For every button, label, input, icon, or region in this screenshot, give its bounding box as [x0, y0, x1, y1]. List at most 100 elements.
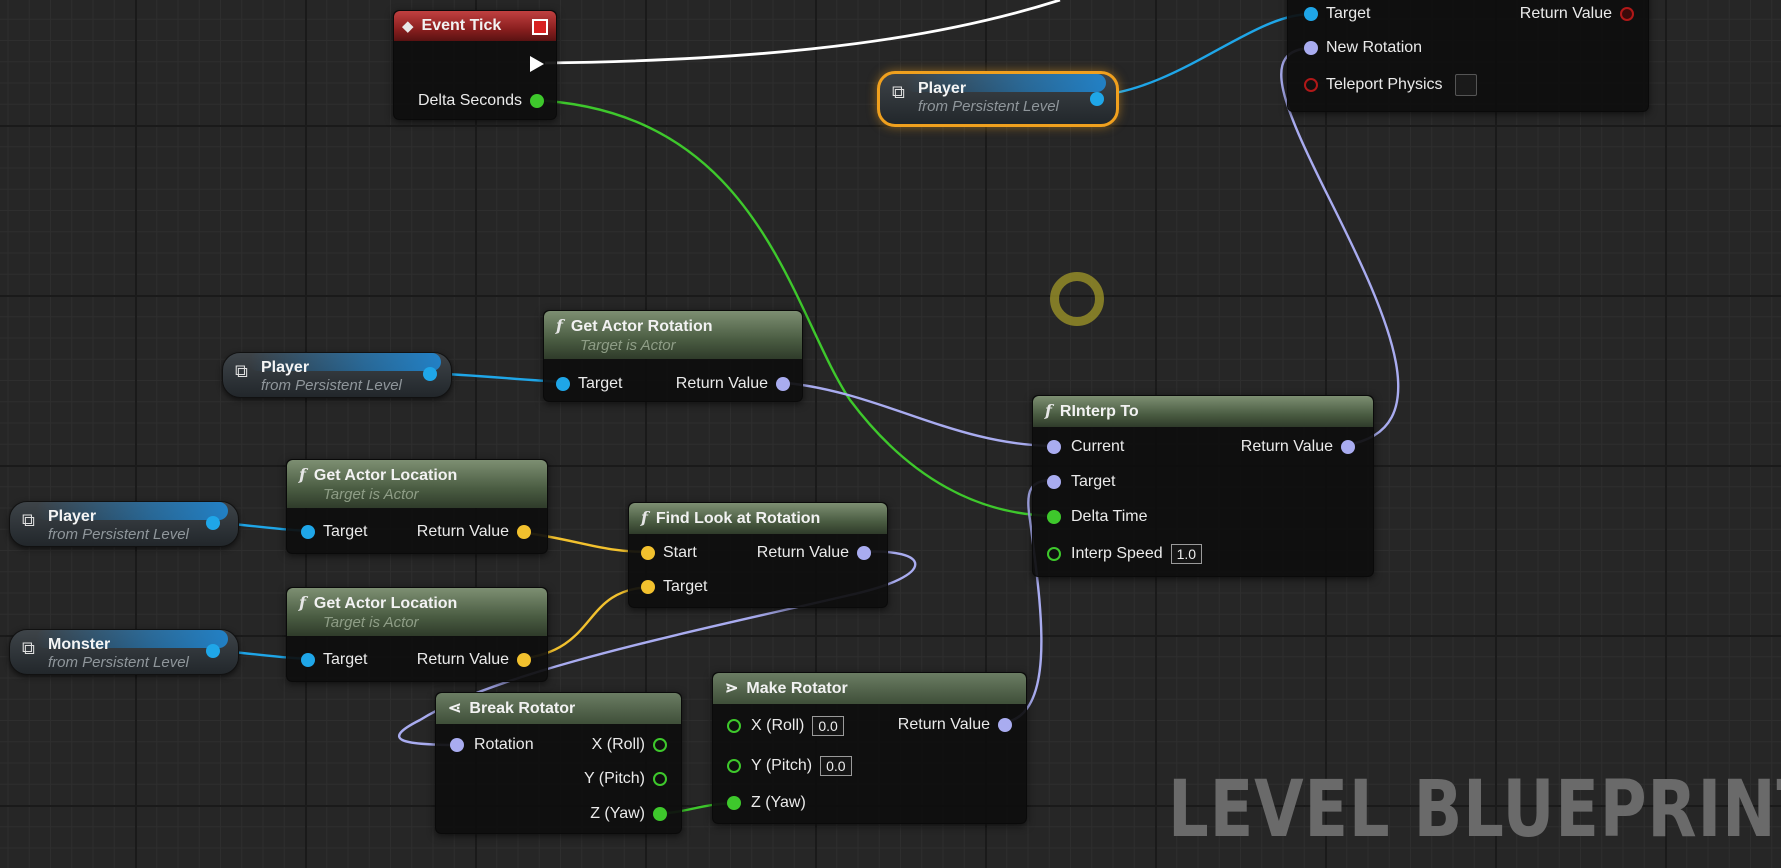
pin-label: Rotation: [474, 736, 534, 753]
node-title: Make Rotator: [746, 680, 848, 697]
pin-label: Delta Time: [1071, 508, 1148, 525]
getter-sub: from Persistent Level: [48, 526, 189, 543]
node-subtitle: Target is Actor: [323, 614, 419, 631]
node-title: RInterp To: [1059, 403, 1139, 420]
pin-label: X (Roll): [751, 717, 805, 734]
find-look-at-rotation-node[interactable]: f Find Look at Rotation Start Return Valu…: [628, 502, 888, 608]
node-title: Find Look at Rotation: [655, 510, 821, 527]
return-value-pin[interactable]: Return Value: [417, 651, 531, 669]
pin-label: Y (Pitch): [583, 770, 645, 787]
delta-seconds-label: Delta Seconds: [417, 92, 522, 109]
getter-title: Monster: [48, 636, 111, 653]
node-title: Get Actor Rotation: [570, 318, 713, 335]
node-title: Break Rotator: [469, 700, 576, 717]
wire-delta-seconds: [531, 98, 1055, 518]
cube-icon: ⧉: [892, 82, 905, 102]
function-icon: f: [641, 508, 648, 527]
pin-label: Y (Pitch): [751, 757, 813, 774]
y-pitch-pin[interactable]: Y (Pitch) 0.0: [727, 756, 852, 776]
cube-icon: ⧉: [22, 638, 35, 658]
player-getter-selected[interactable]: ⧉ Player from Persistent Level: [877, 71, 1119, 127]
target-pin[interactable]: Target: [301, 651, 367, 669]
getter-title: Player: [261, 359, 310, 376]
function-icon: f: [299, 465, 306, 484]
make-rotator-node[interactable]: ⋗ Make Rotator X (Roll) 0.0 Return Value Y…: [712, 672, 1027, 824]
set-actor-rotation-node[interactable]: Target Return Value New Rotation Telepor…: [1287, 0, 1649, 112]
wire-getrot-to-current: [776, 380, 1055, 448]
exec-wire: [544, 0, 1061, 65]
set-return-pin[interactable]: Return Value: [1520, 5, 1634, 23]
get-actor-location-node-1[interactable]: f Get Actor Location Target is Actor Targ…: [286, 459, 548, 554]
pin-label: Target: [663, 578, 708, 595]
z-yaw-pin[interactable]: Z (Yaw): [727, 794, 806, 812]
function-icon: f: [299, 593, 306, 612]
break-icon: ⋖: [448, 700, 462, 717]
current-pin[interactable]: Current: [1047, 438, 1124, 456]
pin-label: X (Roll): [591, 736, 645, 753]
pin-label: Start: [663, 544, 697, 561]
getter-out-pin[interactable]: [423, 367, 437, 381]
get-actor-location-node-2[interactable]: f Get Actor Location Target is Actor Targ…: [286, 587, 548, 682]
return-value-pin[interactable]: Return Value: [417, 523, 531, 541]
stop-icon: [532, 19, 548, 35]
make-icon: ⋗: [725, 680, 739, 697]
teleport-label: Teleport Physics: [1326, 76, 1443, 93]
start-pin[interactable]: Start: [641, 544, 697, 562]
getter-out-pin[interactable]: [206, 644, 220, 658]
event-tick-node[interactable]: ◆ Event Tick Delta Seconds: [393, 10, 557, 120]
getter-out-pin[interactable]: [206, 516, 220, 530]
new-rotation-pin[interactable]: New Rotation: [1304, 39, 1422, 57]
z-yaw-pin[interactable]: Z (Yaw): [590, 805, 667, 823]
x-roll-pin[interactable]: X (Roll) 0.0: [727, 716, 844, 736]
interp-speed-pin[interactable]: Interp Speed 1.0: [1047, 544, 1203, 564]
target-pin[interactable]: Target: [1047, 473, 1115, 491]
delta-time-pin[interactable]: Delta Time: [1047, 508, 1147, 526]
getter-title: Player: [918, 80, 967, 97]
getter-out-pin[interactable]: [1090, 92, 1104, 106]
node-subtitle: Target is Actor: [580, 337, 676, 354]
teleport-checkbox[interactable]: [1454, 74, 1477, 96]
player-getter-2[interactable]: ⧉ Player from Persistent Level: [222, 352, 452, 398]
set-return-label: Return Value: [1519, 5, 1612, 22]
pin-label: Return Value: [416, 651, 509, 668]
pin-label: Target: [1071, 473, 1116, 490]
node-title: Get Actor Location: [313, 595, 458, 612]
exec-out-pin[interactable]: [530, 56, 544, 72]
delta-seconds-pin[interactable]: Delta Seconds: [418, 92, 544, 110]
teleport-physics-pin[interactable]: Teleport Physics: [1304, 74, 1477, 96]
target-pin[interactable]: Target: [641, 578, 707, 596]
break-rotator-node[interactable]: ⋖ Break Rotator Rotation X (Roll) Y (Pitc…: [435, 692, 682, 834]
return-value-pin[interactable]: Return Value: [676, 375, 790, 393]
pin-label: Z (Yaw): [590, 805, 645, 822]
pin-label: Return Value: [1240, 438, 1333, 455]
interp-speed-input[interactable]: 1.0: [1170, 544, 1203, 564]
function-icon: f: [556, 316, 563, 335]
get-actor-rotation-node[interactable]: f Get Actor Rotation Target is Actor Targ…: [543, 310, 803, 402]
pin-label: Return Value: [416, 523, 509, 540]
wire-player-to-settarget: [1092, 12, 1311, 98]
event-icon: ◆: [402, 18, 414, 35]
set-target-pin[interactable]: Target: [1304, 5, 1370, 23]
return-value-pin[interactable]: Return Value: [757, 544, 871, 562]
pin-label: Target: [578, 375, 623, 392]
rotation-pin[interactable]: Rotation: [450, 736, 534, 754]
target-pin[interactable]: Target: [556, 375, 622, 393]
pin-label: Z (Yaw): [751, 794, 806, 811]
x-roll-input[interactable]: 0.0: [812, 716, 844, 736]
getter-sub: from Persistent Level: [48, 654, 189, 671]
y-pitch-input[interactable]: 0.0: [820, 756, 852, 776]
cube-icon: ⧉: [235, 361, 248, 381]
return-value-pin[interactable]: Return Value: [898, 716, 1012, 734]
player-getter-3[interactable]: ⧉ Player from Persistent Level: [9, 501, 239, 547]
monster-getter[interactable]: ⧉ Monster from Persistent Level: [9, 629, 239, 675]
rinterp-to-node[interactable]: f RInterp To Current Return Value Target …: [1032, 395, 1374, 577]
return-value-pin[interactable]: Return Value: [1241, 438, 1355, 456]
getter-title: Player: [48, 508, 97, 525]
pin-label: Return Value: [675, 375, 768, 392]
cursor-ring: [1050, 272, 1104, 326]
pin-label: Return Value: [897, 716, 990, 733]
target-pin[interactable]: Target: [301, 523, 367, 541]
getter-sub: from Persistent Level: [261, 377, 402, 394]
y-pitch-pin[interactable]: Y (Pitch): [584, 770, 667, 788]
x-roll-pin[interactable]: X (Roll): [592, 736, 667, 754]
